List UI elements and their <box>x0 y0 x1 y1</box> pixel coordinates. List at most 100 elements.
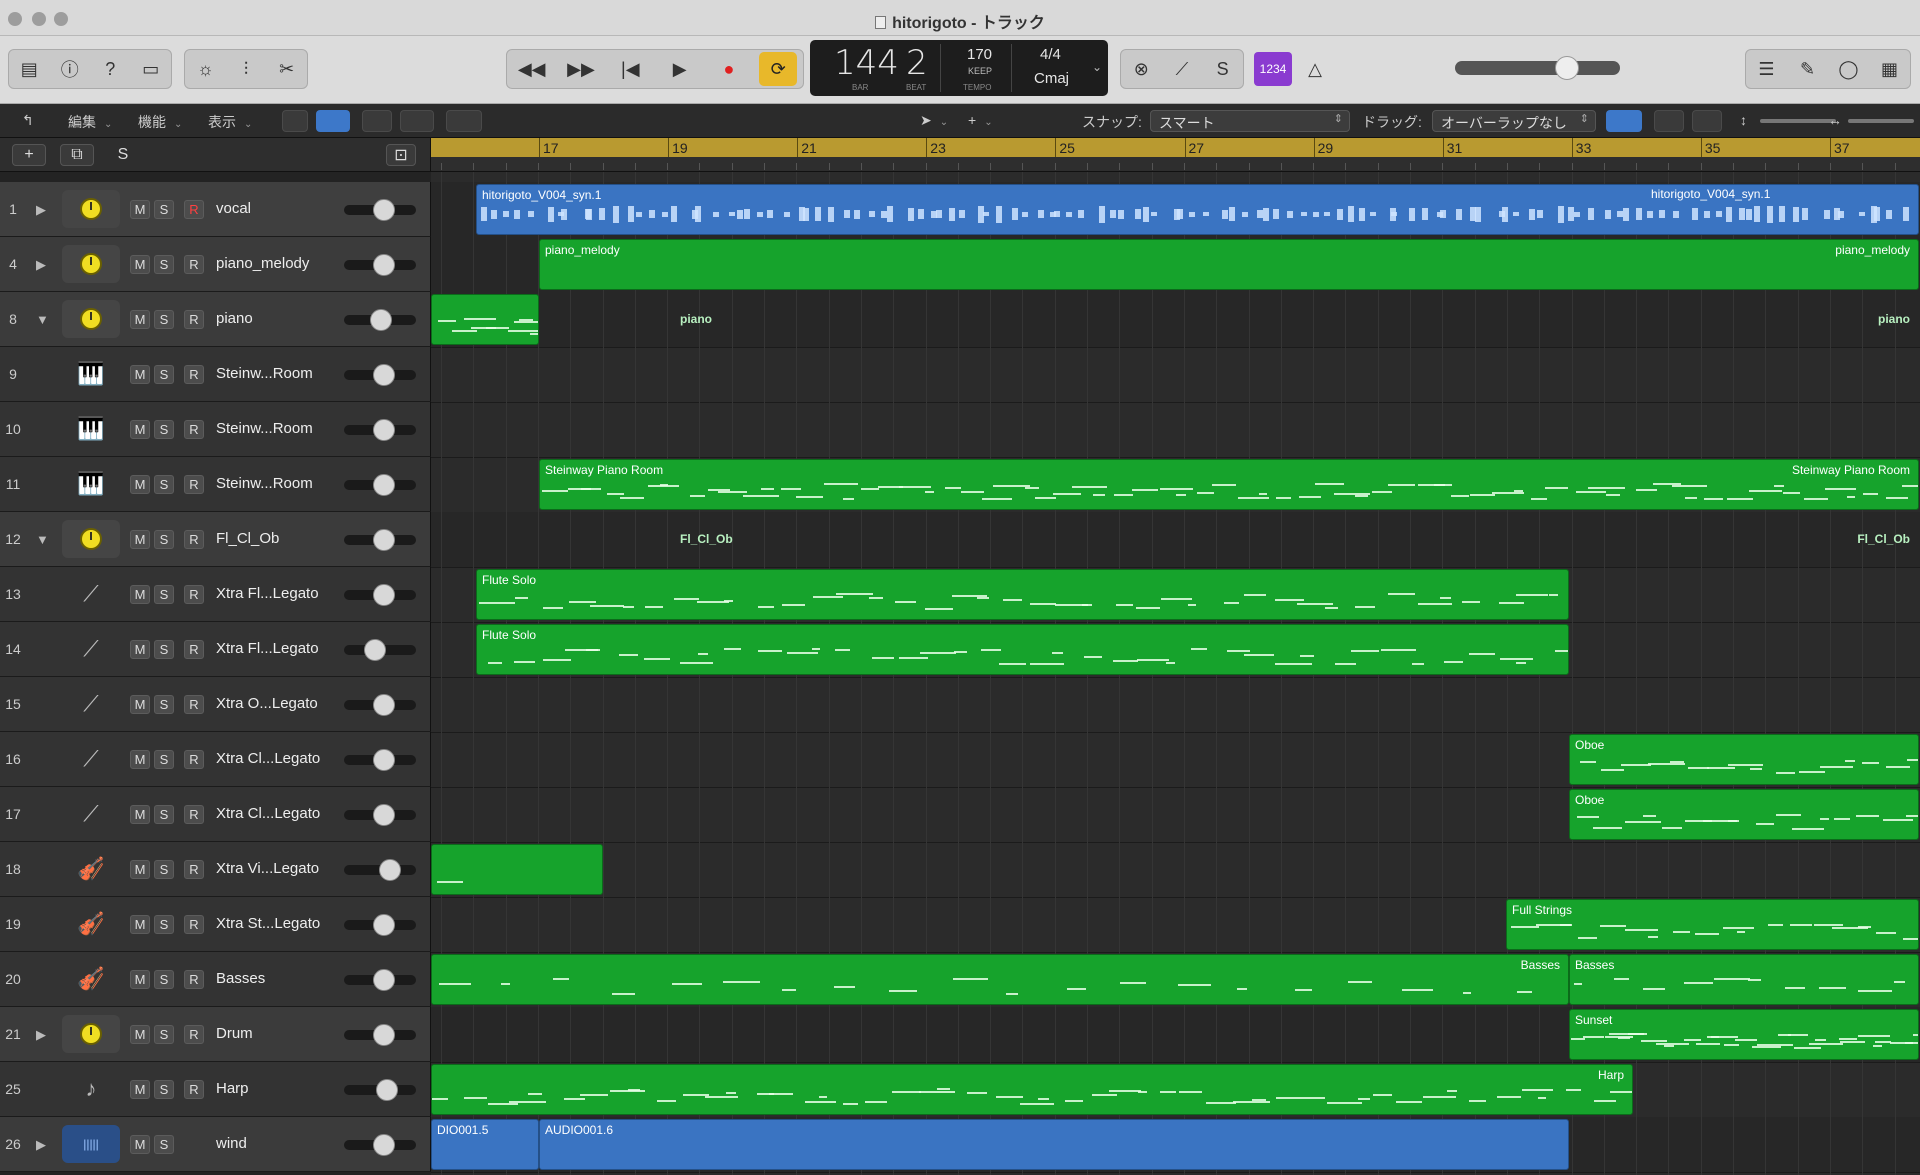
solo-button[interactable]: S <box>154 695 174 714</box>
track-name[interactable]: Xtra Fl...Legato <box>216 640 319 657</box>
pointer-tool-icon[interactable]: ➤ ⌄ <box>920 112 948 129</box>
track-name[interactable]: Xtra Vi...Legato <box>216 860 319 877</box>
track-header[interactable]: 15 ⟋ M S R Xtra O...Legato <box>0 677 431 732</box>
track-icon[interactable]: ♪ <box>62 1070 120 1108</box>
volume-slider-knob[interactable] <box>376 1079 399 1101</box>
mute-button[interactable]: M <box>130 420 150 439</box>
mute-button[interactable]: M <box>130 310 150 329</box>
solo-button[interactable]: S <box>154 750 174 769</box>
grid-view-icon[interactable] <box>282 110 308 132</box>
region[interactable]: DIO001.5 <box>431 1119 539 1170</box>
track-name[interactable]: Xtra St...Legato <box>216 915 320 932</box>
metronome-icon[interactable]: △ <box>1296 52 1334 86</box>
track-icon[interactable]: ⟋ <box>62 795 120 833</box>
region[interactable]: piano_melody piano_melody <box>539 239 1919 290</box>
back-icon[interactable]: ↰ <box>22 112 34 129</box>
track-header[interactable]: 16 ⟋ M S R Xtra Cl...Legato <box>0 732 431 787</box>
track-header[interactable]: 1 ▶ M S Rvocal <box>0 182 431 237</box>
mute-button[interactable]: M <box>130 640 150 659</box>
count-in-button[interactable]: 1234 <box>1254 52 1292 86</box>
editors-icon[interactable]: ✂ <box>268 52 306 86</box>
track-header[interactable]: 20 🎻 M S R Basses <box>0 952 431 1007</box>
region[interactable]: Flute Solo <box>476 569 1569 620</box>
record-enable-button[interactable]: R <box>184 310 204 329</box>
track-header[interactable]: 21 ▶ M S R Drum <box>0 1007 431 1062</box>
disclosure-closed-icon[interactable]: ▶ <box>36 1027 46 1043</box>
disclosure-closed-icon[interactable]: ▶ <box>36 257 46 273</box>
record-enable-button[interactable]: R <box>184 530 204 549</box>
track-header[interactable]: 18 🎻 M S R Xtra Vi...Legato <box>0 842 431 897</box>
region[interactable]: Steinway Piano Room Steinway Piano Room <box>539 459 1919 510</box>
record-enable-button[interactable]: R <box>184 805 204 824</box>
track-header[interactable]: 10 🎹 M S R Steinw...Room <box>0 402 431 457</box>
volume-slider-knob[interactable] <box>372 364 395 386</box>
notepad-icon[interactable]: ✎ <box>1789 52 1827 86</box>
region[interactable]: Flute Solo <box>476 624 1569 675</box>
record-enable-button[interactable]: R <box>184 365 204 384</box>
solo-button[interactable]: S <box>154 970 174 989</box>
snap-select[interactable]: スマート ⇕ <box>1150 110 1350 132</box>
mute-button[interactable]: M <box>130 970 150 989</box>
volume-slider-knob[interactable] <box>372 584 395 606</box>
add-track-button[interactable]: + <box>12 144 46 166</box>
catch-icon[interactable] <box>446 110 482 132</box>
mute-button[interactable]: M <box>130 1080 150 1099</box>
solo-button[interactable]: S <box>154 365 174 384</box>
mute-button[interactable]: M <box>130 860 150 879</box>
smart-controls-icon[interactable]: ☼ <box>186 52 224 86</box>
mute-button[interactable]: M <box>130 1025 150 1044</box>
region[interactable] <box>431 294 539 345</box>
track-name[interactable]: Basses <box>216 970 265 987</box>
solo-button[interactable]: S <box>154 1135 174 1154</box>
track-name[interactable]: Harp <box>216 1080 249 1097</box>
region[interactable]: Basses <box>431 954 1569 1005</box>
disclosure-open-icon[interactable]: ▼ <box>36 532 49 547</box>
record-enable-button[interactable]: R <box>184 860 204 879</box>
track-icon[interactable]: 🎹 <box>62 355 120 393</box>
volume-slider-knob[interactable] <box>363 639 386 661</box>
track-icon[interactable] <box>62 1015 120 1053</box>
chevron-down-icon[interactable]: ⌄ <box>1092 60 1102 74</box>
list-editors-icon[interactable]: ☰ <box>1748 52 1786 86</box>
track-header[interactable]: 13 ⟋ M S R Xtra Fl...Legato <box>0 567 431 622</box>
mute-button[interactable]: M <box>130 365 150 384</box>
track-icon[interactable] <box>62 520 120 558</box>
track-name[interactable]: Steinw...Room <box>216 420 313 437</box>
volume-slider-knob[interactable] <box>372 749 395 771</box>
track-name[interactable]: Fl_Cl_Ob <box>216 530 279 547</box>
volume-slider-knob[interactable] <box>372 419 395 441</box>
region[interactable]: AUDIO001.6 <box>539 1119 1569 1170</box>
volume-slider-knob[interactable] <box>372 914 395 936</box>
track-name[interactable]: piano_melody <box>216 255 309 272</box>
vertical-zoom-slider[interactable] <box>1760 119 1836 123</box>
track-icon[interactable]: ||||| <box>62 1125 120 1163</box>
marquee-tool-icon[interactable]: + ⌄ <box>968 112 993 128</box>
solo-button[interactable]: S <box>154 255 174 274</box>
arrange-area[interactable]: hitorigoto_V004_syn.1 hitorigoto_V004_syn… <box>431 172 1920 1175</box>
volume-slider-knob[interactable] <box>372 804 395 826</box>
master-volume-track[interactable] <box>1455 61 1620 75</box>
track-header[interactable]: 26 ▶ ||||| M Swind <box>0 1117 431 1172</box>
help-icon[interactable]: ? <box>91 52 129 86</box>
record-enable-button[interactable]: R <box>184 750 204 769</box>
mute-button[interactable]: M <box>130 255 150 274</box>
record-enable-button[interactable]: R <box>184 255 204 274</box>
volume-slider-knob[interactable] <box>372 199 395 221</box>
record-enable-button[interactable]: R <box>184 640 204 659</box>
track-header[interactable]: 9 🎹 M S R Steinw...Room <box>0 347 431 402</box>
track-icon[interactable]: ⟋ <box>62 740 120 778</box>
track-name[interactable]: Xtra Cl...Legato <box>216 750 320 767</box>
record-enable-button[interactable]: R <box>184 695 204 714</box>
automation-icon[interactable] <box>362 110 392 132</box>
volume-slider-knob[interactable] <box>372 1134 395 1156</box>
region[interactable]: Sunset <box>1569 1009 1919 1060</box>
region[interactable]: Oboe <box>1569 734 1919 785</box>
waveform-zoom-icon[interactable] <box>1606 110 1642 132</box>
track-name[interactable]: Steinw...Room <box>216 365 313 382</box>
mute-button[interactable]: M <box>130 695 150 714</box>
solo-button[interactable]: S <box>154 640 174 659</box>
region[interactable]: Harp <box>431 1064 1633 1115</box>
library-icon[interactable]: ▤ <box>10 52 48 86</box>
track-icon[interactable]: 🎹 <box>62 465 120 503</box>
solo-button[interactable]: S <box>154 420 174 439</box>
